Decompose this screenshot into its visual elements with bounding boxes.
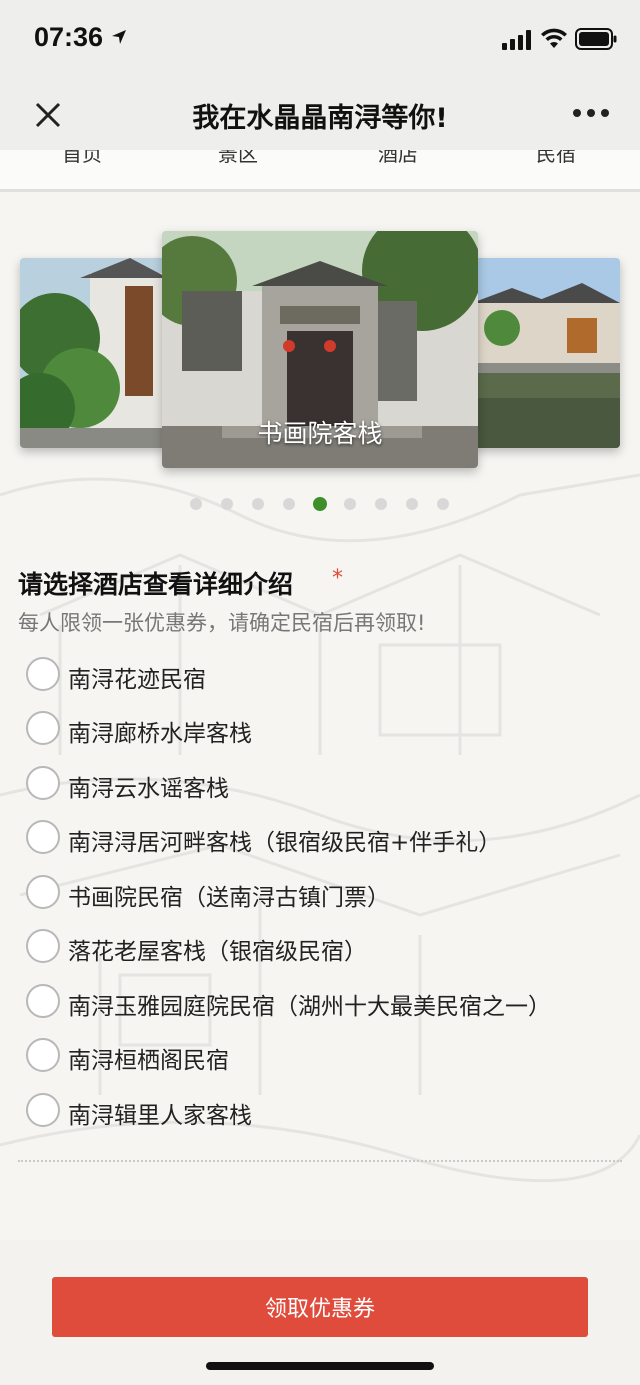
carousel-dot[interactable] (406, 498, 418, 510)
carousel-slide-previous[interactable] (20, 258, 168, 448)
carousel-dot[interactable] (252, 498, 264, 510)
hotel-photo-image (472, 258, 620, 448)
tab-hotel[interactable]: 酒店 (338, 150, 458, 167)
section-divider (18, 1160, 622, 1162)
radio-button[interactable] (26, 1093, 60, 1127)
carousel-dot[interactable] (375, 498, 387, 510)
home-indicator (206, 1362, 434, 1370)
option-item[interactable]: 南浔桓栖阁民宿 (26, 1035, 626, 1075)
option-item[interactable]: 落花老屋客栈（银宿级民宿） (26, 926, 626, 966)
claim-coupon-button[interactable]: 领取优惠券 (52, 1277, 588, 1337)
option-label: 南浔桓栖阁民宿 (68, 1048, 229, 1074)
carousel-caption: 书画院客栈 (257, 419, 383, 448)
option-label: 南浔花迹民宿 (68, 667, 206, 693)
hotel-carousel[interactable]: 书画院客栈 (0, 228, 640, 478)
location-arrow-icon (112, 30, 126, 44)
radio-button[interactable] (26, 984, 60, 1018)
radio-button[interactable] (26, 929, 60, 963)
option-label: 南浔浔居河畔客栈（银宿级民宿+伴手礼） (68, 830, 502, 856)
radio-button[interactable] (26, 875, 60, 909)
option-item[interactable]: 南浔辑里人家客栈 (26, 1090, 626, 1130)
carousel-dot[interactable] (190, 498, 202, 510)
carousel-slide-next[interactable] (472, 258, 620, 448)
hotel-photo-image (20, 258, 168, 448)
radio-button[interactable] (26, 820, 60, 854)
carousel-dot[interactable] (283, 498, 295, 510)
nav-bar: 我在水晶晶南浔等你! (0, 80, 640, 150)
carousel-dot[interactable] (437, 498, 449, 510)
radio-button[interactable] (26, 1038, 60, 1072)
option-label: 南浔玉雅园庭院民宿（湖州十大最美民宿之一） (68, 994, 551, 1020)
option-label: 南浔云水谣客栈 (68, 776, 229, 802)
question-title: 请选择酒店查看详细介绍 (18, 570, 294, 599)
carousel-dot-active[interactable] (313, 497, 327, 511)
option-label: 南浔辑里人家客栈 (68, 1103, 252, 1129)
option-label: 南浔廊桥水岸客栈 (68, 721, 252, 747)
status-time: 07:36 (34, 22, 104, 52)
option-label: 落花老屋客栈（银宿级民宿） (68, 939, 367, 965)
option-item[interactable]: 书画院民宿（送南浔古镇门票） (26, 872, 626, 912)
option-item[interactable]: 南浔廊桥水岸客栈 (26, 708, 626, 748)
page-title: 我在水晶晶南浔等你! (192, 103, 448, 134)
carousel-dot[interactable] (344, 498, 356, 510)
carousel-pagination (190, 496, 460, 512)
required-mark: * (332, 566, 343, 591)
option-item[interactable]: 南浔云水谣客栈 (26, 763, 626, 803)
option-item[interactable]: 南浔浔居河畔客栈（银宿级民宿+伴手礼） (26, 817, 626, 857)
option-item[interactable]: 南浔花迹民宿 (26, 654, 626, 694)
category-tabs: 首页 景区 酒店 民宿 (0, 150, 640, 192)
wifi-icon (541, 28, 567, 48)
tab-homestay[interactable]: 民宿 (496, 150, 616, 167)
radio-button[interactable] (26, 711, 60, 745)
option-item[interactable]: 南浔玉雅园庭院民宿（湖州十大最美民宿之一） (26, 981, 626, 1021)
carousel-dot[interactable] (221, 498, 233, 510)
question-description: 每人限领一张优惠券，请确定民宿后再领取! (18, 611, 426, 635)
battery-icon (575, 28, 617, 50)
radio-button[interactable] (26, 766, 60, 800)
option-label: 书画院民宿（送南浔古镇门票） (68, 885, 390, 911)
tab-scenic[interactable]: 景区 (178, 150, 298, 167)
cellular-signal-icon (502, 30, 531, 50)
radio-button[interactable] (26, 657, 60, 691)
carousel-slide-active[interactable]: 书画院客栈 (162, 231, 478, 468)
status-bar: 07:36 (0, 0, 640, 80)
more-options-icon[interactable] (572, 106, 610, 120)
tab-home[interactable]: 首页 (22, 150, 142, 167)
